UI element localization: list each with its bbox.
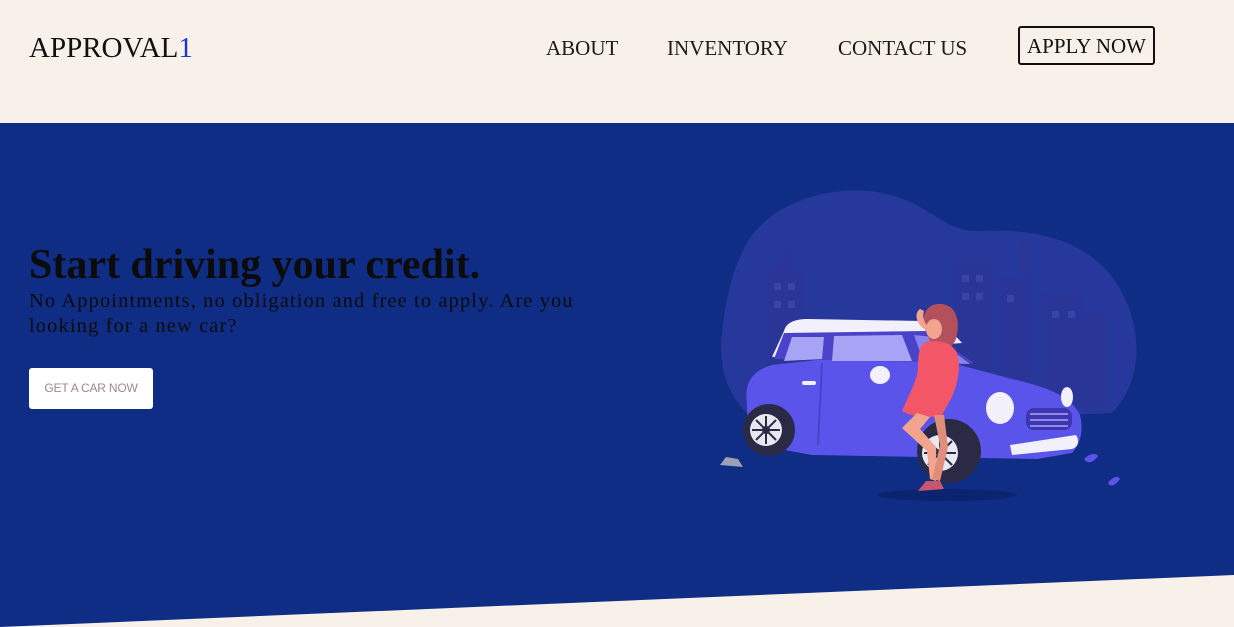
woman-leaning-on-car-icon (720, 190, 1137, 501)
car-shadow (877, 489, 1017, 501)
car-door-handle (802, 381, 816, 385)
rock (720, 457, 743, 467)
nav-link-about[interactable]: ABOUT (546, 34, 618, 62)
car-window-front (832, 335, 912, 361)
car-mirror (870, 366, 890, 384)
top-navigation-bar: APPROVAL1 ABOUT INVENTORY CONTACT US APP… (0, 0, 1234, 123)
nav-link-contact-us[interactable]: CONTACT US (838, 34, 967, 62)
get-a-car-now-button[interactable]: GET A CAR NOW (29, 368, 153, 409)
leaf (1084, 454, 1098, 463)
nav-link-inventory[interactable]: INVENTORY (667, 34, 788, 62)
car-headlight (986, 392, 1014, 424)
apply-now-button[interactable]: APPLY NOW (1018, 26, 1155, 65)
hero-section: Start driving your credit. No Appointmen… (0, 123, 1234, 627)
leaf (1108, 476, 1120, 486)
hero-subtitle: No Appointments, no obligation and free … (29, 290, 574, 337)
hero-title: Start driving your credit. (29, 242, 481, 288)
car-headlight-side (1061, 387, 1073, 407)
